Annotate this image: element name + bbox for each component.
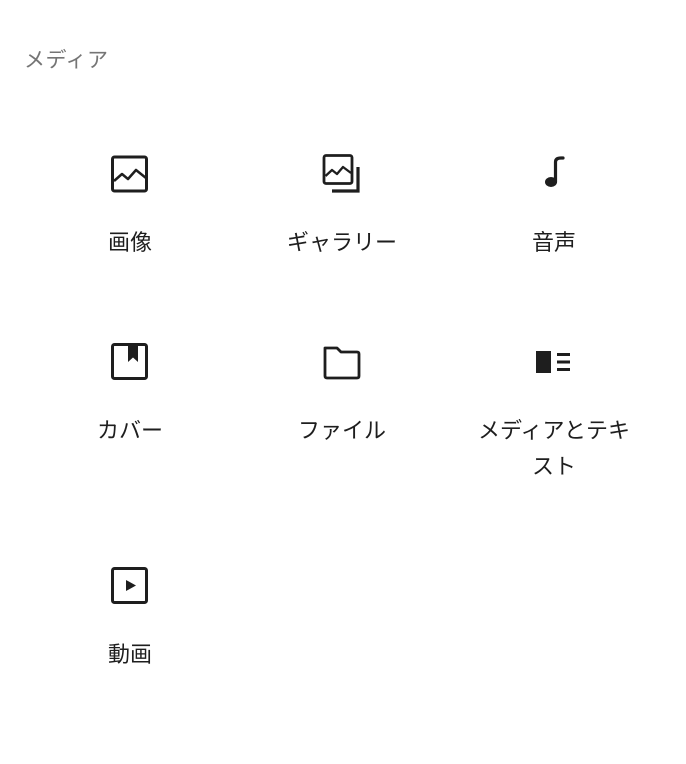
block-label: 動画 [107, 643, 152, 668]
block-item-video[interactable]: 動画 [24, 532, 236, 682]
gallery-icon [322, 154, 362, 194]
block-label: ギャラリー [286, 231, 397, 256]
block-item-file[interactable]: ファイル [236, 308, 448, 494]
block-label: カバー [96, 419, 163, 444]
file-folder-icon [322, 342, 362, 382]
block-item-media-text[interactable]: メディアとテキスト [448, 308, 660, 494]
section-title: メディア [24, 48, 109, 72]
media-block-grid: 画像 ギャラリー 音声 カバー ファイル メディアとテキスト 動画 [24, 120, 660, 682]
block-item-image[interactable]: 画像 [24, 120, 236, 270]
block-item-audio[interactable]: 音声 [448, 120, 660, 270]
image-icon [110, 154, 150, 194]
block-item-gallery[interactable]: ギャラリー [236, 120, 448, 270]
block-label: メディアとテキスト [477, 419, 631, 480]
block-label: 画像 [107, 231, 152, 256]
cover-icon [110, 342, 150, 382]
block-label: ファイル [297, 419, 386, 444]
block-label: 音声 [531, 231, 576, 256]
media-text-icon [534, 342, 574, 382]
audio-icon [534, 154, 574, 194]
video-icon [110, 566, 150, 606]
block-item-cover[interactable]: カバー [24, 308, 236, 494]
